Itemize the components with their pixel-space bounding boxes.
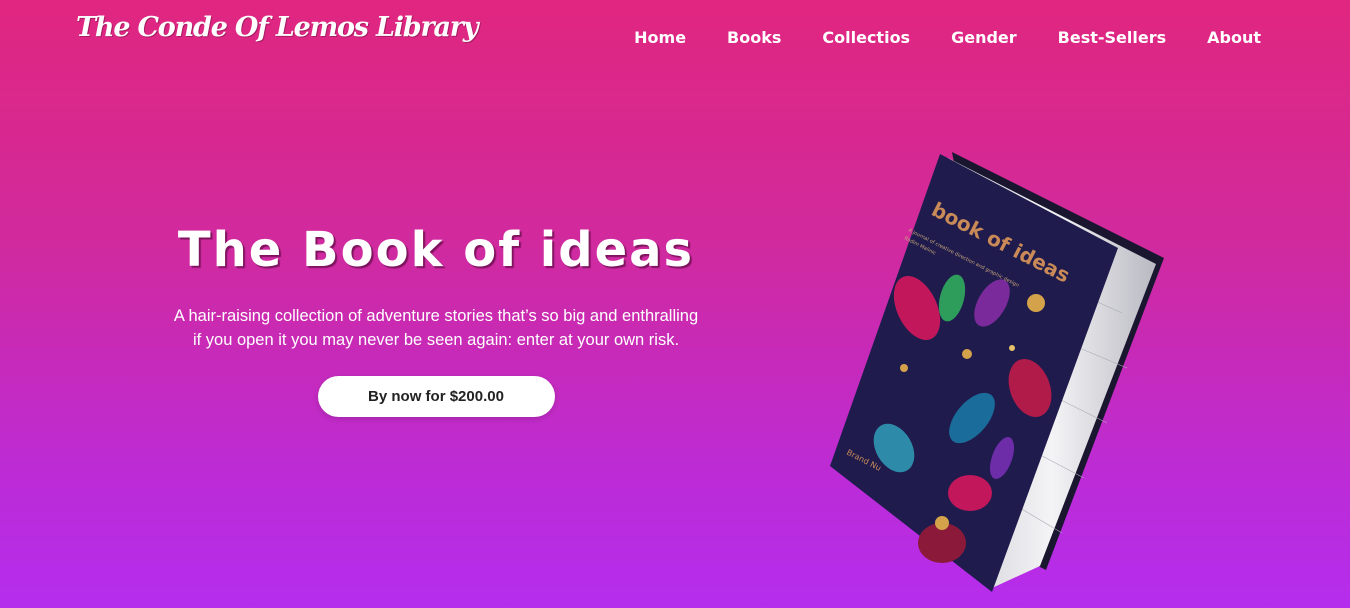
hero-description: A hair-raising collection of adventure s… bbox=[136, 304, 736, 352]
nav-gender[interactable]: Gender bbox=[951, 28, 1017, 47]
nav-collections[interactable]: Collectios bbox=[822, 28, 910, 47]
hero-description-line-1: A hair-raising collection of adventure s… bbox=[173, 307, 699, 325]
site-logo[interactable]: The Conde Of Lemos Library bbox=[76, 12, 479, 43]
book-image[interactable]: book of ideas A journal of creative dire… bbox=[822, 148, 1172, 596]
hero-title: The Book of ideas bbox=[177, 222, 695, 278]
nav-home[interactable]: Home bbox=[634, 28, 686, 47]
hero-description-line-2: if you open it you may never be seen aga… bbox=[192, 331, 680, 349]
main-nav: Home Books Collectios Gender Best-Seller… bbox=[593, 28, 1261, 47]
nav-about[interactable]: About bbox=[1207, 28, 1261, 47]
nav-books[interactable]: Books bbox=[727, 28, 781, 47]
hero-section: The Book of ideas A hair-raising collect… bbox=[130, 222, 742, 417]
nav-best-sellers[interactable]: Best-Sellers bbox=[1058, 28, 1166, 47]
buy-now-button[interactable]: By now for $200.00 bbox=[317, 376, 555, 417]
